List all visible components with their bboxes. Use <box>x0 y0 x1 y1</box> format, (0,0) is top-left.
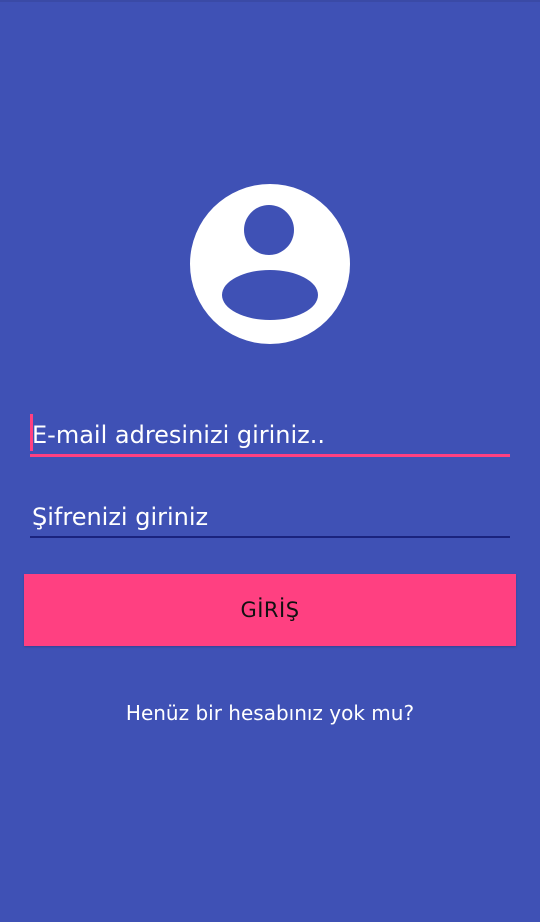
account-circle-icon <box>190 184 350 344</box>
password-field[interactable] <box>30 494 510 540</box>
login-button[interactable]: GİRİŞ <box>24 574 516 646</box>
email-underline <box>30 454 510 457</box>
text-cursor <box>30 414 33 451</box>
avatar <box>190 184 350 344</box>
password-underline <box>30 536 510 538</box>
password-input[interactable] <box>30 494 510 540</box>
email-input[interactable] <box>30 410 510 458</box>
email-field[interactable] <box>30 410 510 458</box>
signup-link[interactable]: Henüz bir hesabınız yok mu? <box>0 698 540 728</box>
status-bar-edge <box>0 0 540 2</box>
